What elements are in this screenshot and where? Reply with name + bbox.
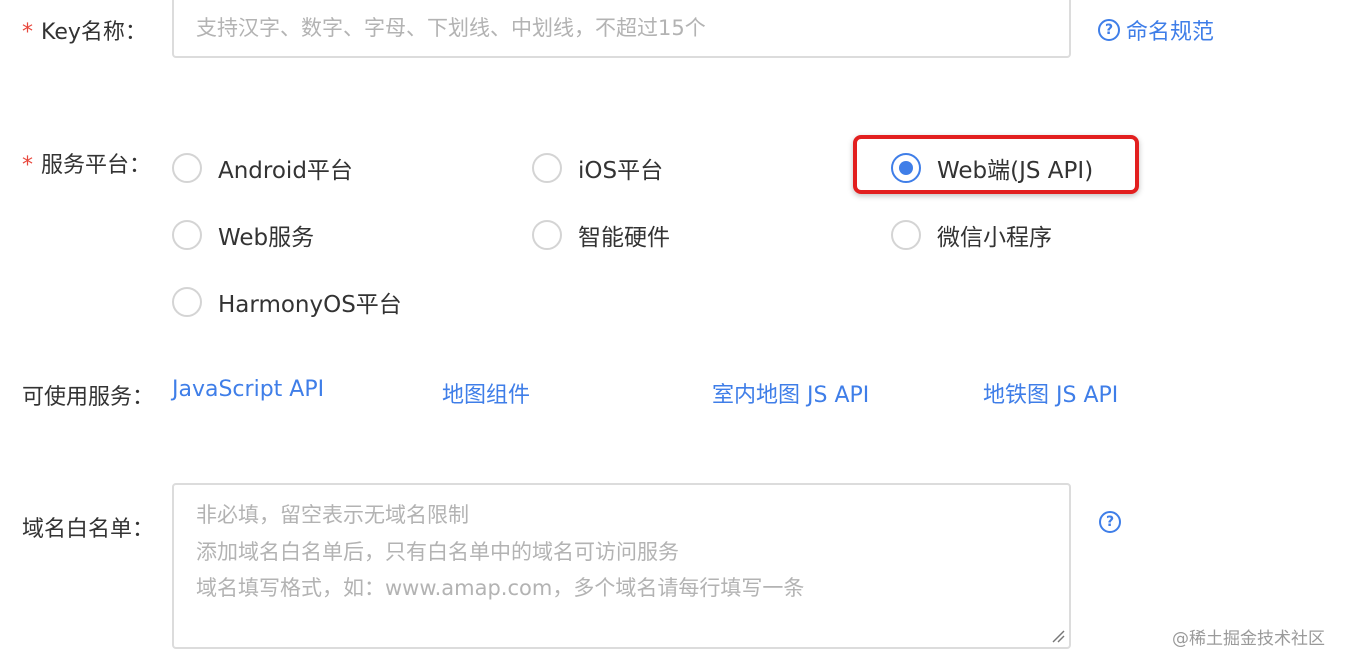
required-mark: * (22, 153, 33, 178)
whitelist-placeholder-line: 非必填，留空表示无域名限制 (196, 503, 469, 527)
radio-harmonyos[interactable]: HarmonyOS平台 (172, 285, 402, 319)
radio-web-service[interactable]: Web服务 (172, 218, 314, 252)
highlight-annotation-box (853, 135, 1139, 194)
platform-label: * 服务平台： (22, 147, 151, 179)
radio-label: 智能硬件 (578, 225, 670, 251)
key-name-label: * Key名称： (22, 14, 147, 46)
radio-circle (172, 287, 202, 317)
radio-circle (172, 220, 202, 250)
service-link-javascript-api[interactable]: JavaScript API (172, 377, 324, 402)
naming-rules-label: 命名规范 (1126, 20, 1215, 45)
resize-handle-icon[interactable] (1051, 629, 1065, 643)
key-name-label-text: Key名称： (41, 20, 147, 45)
service-link-indoor-map[interactable]: 室内地图 JS API (712, 377, 869, 409)
whitelist-placeholder-line: 添加域名白名单后，只有白名单中的域名可访问服务 (196, 540, 679, 564)
whitelist-textarea[interactable]: 非必填，留空表示无域名限制 添加域名白名单后，只有白名单中的域名可访问服务 域名… (172, 483, 1071, 649)
key-name-placeholder: 支持汉字、数字、字母、下划线、中划线，不超过15个 (196, 16, 706, 40)
radio-circle (172, 153, 202, 183)
whitelist-help-icon[interactable]: ? (1099, 511, 1121, 533)
watermark: @稀土掘金技术社区 (1172, 629, 1325, 649)
radio-label: iOS平台 (578, 158, 664, 184)
radio-ios[interactable]: iOS平台 (532, 151, 663, 185)
required-mark: * (22, 20, 33, 45)
radio-circle (532, 220, 562, 250)
radio-android[interactable]: Android平台 (172, 151, 353, 185)
service-link-map-components[interactable]: 地图组件 (442, 377, 530, 409)
radio-label: Web服务 (218, 225, 315, 251)
radio-smart-hardware[interactable]: 智能硬件 (532, 218, 670, 252)
whitelist-placeholder-line: 域名填写格式，如：www.amap.com，多个域名请每行填写一条 (196, 576, 805, 600)
radio-wechat-mini-program[interactable]: 微信小程序 (891, 218, 1052, 252)
whitelist-label: 域名白名单： (22, 517, 155, 542)
platform-label-text: 服务平台： (41, 153, 152, 178)
radio-label: HarmonyOS平台 (218, 292, 402, 318)
radio-circle (532, 153, 562, 183)
radio-label: 微信小程序 (937, 225, 1052, 251)
question-icon: ? (1098, 19, 1120, 41)
radio-label: Android平台 (218, 158, 353, 184)
radio-circle (891, 220, 921, 250)
key-name-input[interactable]: 支持汉字、数字、字母、下划线、中划线，不超过15个 (172, 0, 1071, 58)
service-link-subway-map[interactable]: 地铁图 JS API (983, 377, 1118, 409)
services-label: 可使用服务： (22, 385, 155, 410)
naming-rules-link[interactable]: ? 命名规范 (1098, 14, 1214, 46)
